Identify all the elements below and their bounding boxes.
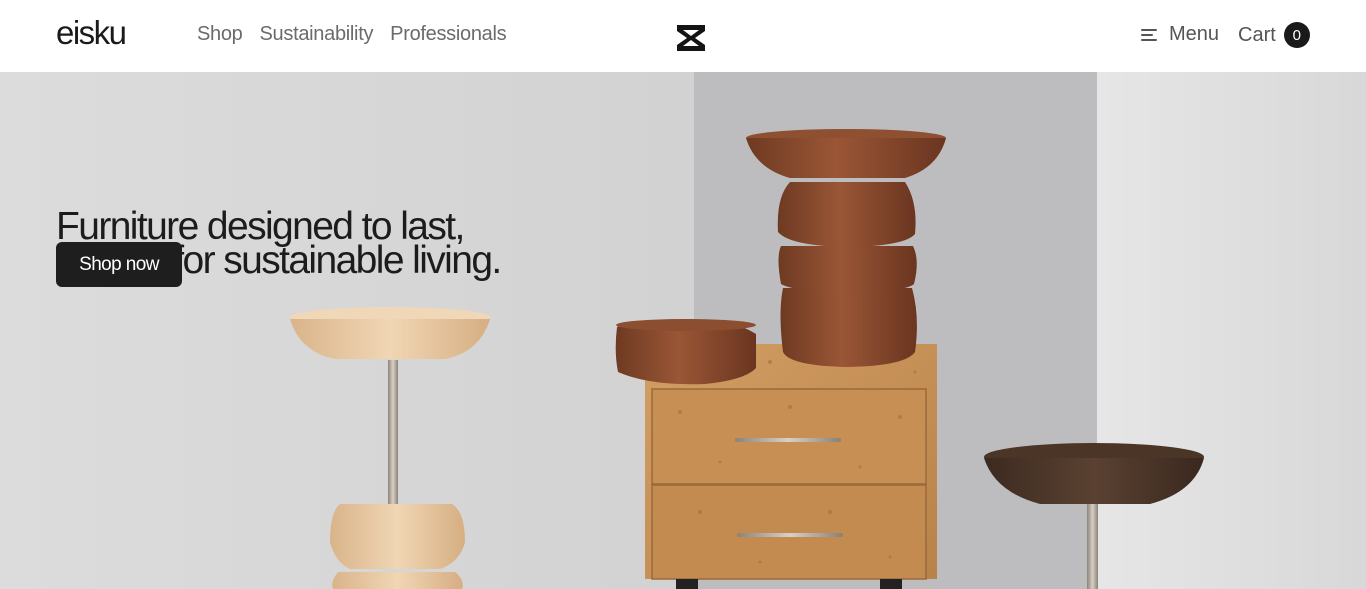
nav-item-shop[interactable]: Shop xyxy=(197,23,243,46)
menu-label: Menu xyxy=(1169,23,1220,45)
hourglass-logo-icon[interactable] xyxy=(676,23,706,53)
site-header: eisku Shop Sustainability Professionals … xyxy=(0,0,1366,72)
menu-button[interactable]: Menu xyxy=(1141,23,1219,46)
cart-button[interactable]: Cart 0 xyxy=(1238,22,1310,48)
hamburger-icon xyxy=(1141,28,1157,41)
hero-section: Furniture designed to last, crafted for … xyxy=(0,72,1366,589)
brand-logo[interactable]: eisku xyxy=(56,14,127,52)
walnut-bowl xyxy=(615,319,756,385)
hero-product-image xyxy=(0,72,1366,589)
cart-label: Cart xyxy=(1238,23,1276,46)
shop-now-button[interactable]: Shop now xyxy=(56,242,182,287)
nav-item-sustainability[interactable]: Sustainability xyxy=(260,23,374,46)
cart-count-badge: 0 xyxy=(1283,22,1310,48)
nav-item-professionals[interactable]: Professionals xyxy=(390,23,506,46)
main-nav: Shop Sustainability Professionals xyxy=(197,23,507,46)
